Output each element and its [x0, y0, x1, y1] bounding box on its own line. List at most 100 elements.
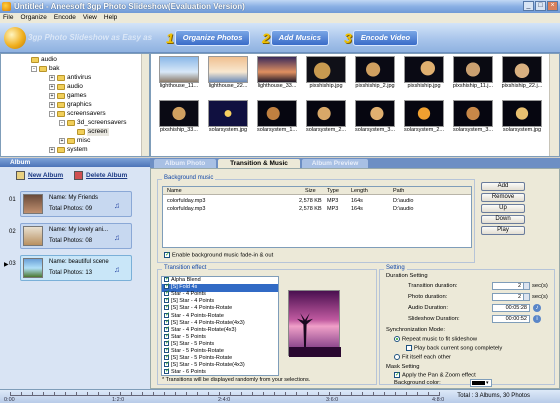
photo-thumbnail[interactable]: solarsystem_3...: [449, 100, 497, 140]
transition-item[interactable]: Star - 6 Points: [162, 368, 278, 375]
photo-thumbnail[interactable]: lighthouse_22...: [204, 56, 252, 96]
step-add-musics[interactable]: 2 Add Musics: [262, 28, 329, 48]
bg-color-picker[interactable]: ▾: [470, 379, 492, 387]
photo-thumbnail[interactable]: pixshiship.jpg: [400, 56, 448, 96]
repeat-music-radio[interactable]: [394, 336, 400, 342]
column-path[interactable]: Path: [393, 187, 404, 195]
step-encode-video[interactable]: 3 Encode Video: [344, 28, 419, 48]
expand-icon[interactable]: +: [49, 75, 55, 81]
expand-icon[interactable]: +: [49, 93, 55, 99]
music-list[interactable]: Name Size Type Length Path colorfulday.m…: [162, 186, 472, 248]
menu-encode[interactable]: Encode: [54, 13, 76, 23]
thumbnail-scrollbar[interactable]: [549, 54, 559, 156]
column-name[interactable]: Name: [167, 187, 182, 195]
close-button[interactable]: ×: [547, 1, 558, 11]
tab-album-photo[interactable]: Album Photo: [154, 159, 216, 168]
transition-duration-spinner[interactable]: 2: [492, 282, 530, 290]
photo-thumbnail[interactable]: lighthouse_33...: [253, 56, 301, 96]
move-down-button[interactable]: Down: [481, 215, 525, 224]
tree-scrollbar[interactable]: [141, 54, 149, 156]
play-complete-option[interactable]: Play back current song completely: [406, 345, 502, 352]
menu-help[interactable]: Help: [104, 13, 117, 23]
transition-checkbox[interactable]: [164, 326, 170, 333]
fade-checkbox[interactable]: [164, 251, 170, 258]
photo-thumbnail[interactable]: solarsystem.jpg: [498, 100, 546, 140]
transition-checkbox[interactable]: [164, 333, 170, 340]
fit-each-other-radio[interactable]: [394, 354, 400, 360]
tree-node[interactable]: + system: [49, 146, 88, 154]
photo-thumbnail[interactable]: solarsystem_2...: [400, 100, 448, 140]
photo-thumbnail[interactable]: solarsystem.jpg: [204, 100, 252, 140]
transition-checkbox[interactable]: [164, 283, 170, 291]
minimize-button[interactable]: _: [523, 1, 534, 11]
tree-node[interactable]: - screensavers: [49, 110, 106, 118]
fit-each-other-option[interactable]: Fit itself each other: [394, 354, 451, 361]
tab-transition-music[interactable]: Transition & Music: [218, 159, 300, 168]
transition-checkbox[interactable]: [164, 304, 170, 312]
photo-duration-spinner[interactable]: 2: [492, 293, 530, 301]
tab-album-preview[interactable]: Album Preview: [302, 159, 368, 168]
column-type[interactable]: Type: [327, 187, 339, 195]
photo-thumbnail[interactable]: solarsystem_3...: [351, 100, 399, 140]
repeat-music-option[interactable]: Repeat music to fit slideshow: [394, 336, 477, 343]
folder-tree[interactable]: audio - bak + antivirus + audio + games + gra…: [0, 53, 150, 157]
tree-node[interactable]: - bak: [31, 65, 59, 73]
transition-checkbox[interactable]: [164, 290, 170, 298]
transition-checkbox[interactable]: [164, 319, 170, 326]
tree-node[interactable]: + misc: [59, 137, 90, 145]
collapse-icon[interactable]: -: [59, 120, 65, 126]
play-music-button[interactable]: Play: [481, 226, 525, 235]
delete-album-button[interactable]: Delete Album: [74, 171, 127, 180]
add-music-button[interactable]: Add: [481, 182, 525, 191]
album-item[interactable]: Name: My lovely ani... Total Photos: 08 …: [20, 223, 132, 249]
music-row[interactable]: colorfulday.mp3 2,578 KB MP3 164s D:\aud…: [163, 197, 471, 205]
spinner-arrows-icon[interactable]: [523, 283, 529, 289]
menu-file[interactable]: File: [3, 13, 13, 23]
tree-node[interactable]: + games: [49, 92, 87, 100]
column-length[interactable]: Length: [351, 187, 368, 195]
music-row[interactable]: colorfulday.mp3 2,578 KB MP3 164s D:\aud…: [163, 205, 471, 213]
tree-node[interactable]: audio: [31, 56, 57, 64]
photo-thumbnail[interactable]: pixshiship.jpg: [302, 56, 350, 96]
transition-checkbox[interactable]: [164, 312, 170, 319]
photo-thumbnail[interactable]: pixshiship_2.jpg: [351, 56, 399, 96]
expand-icon[interactable]: +: [59, 138, 65, 144]
transition-checkbox[interactable]: [164, 368, 170, 375]
tree-node[interactable]: + antivirus: [49, 74, 91, 82]
collapse-icon[interactable]: -: [49, 111, 55, 117]
fit-audio-icon[interactable]: ♪: [533, 304, 541, 312]
expand-icon[interactable]: +: [49, 102, 55, 108]
photo-thumbnail-grid[interactable]: lighthouse_11... lighthouse_22... lighthou…: [150, 53, 560, 157]
transition-checkbox[interactable]: [164, 277, 170, 284]
menu-organize[interactable]: Organize: [20, 13, 46, 23]
maximize-button[interactable]: □: [535, 1, 546, 11]
new-album-button[interactable]: New Album: [16, 171, 63, 180]
expand-icon[interactable]: +: [49, 84, 55, 90]
collapse-icon[interactable]: -: [31, 66, 37, 72]
photo-thumbnail[interactable]: pixshiship_22.j...: [498, 56, 546, 96]
transition-checkbox[interactable]: [164, 361, 170, 369]
photo-thumbnail[interactable]: pixshiship_11.j...: [449, 56, 497, 96]
transition-list[interactable]: Alpha Blend[S] Fold 4sStar - 4 Points[S]…: [161, 276, 279, 376]
photo-thumbnail[interactable]: pixshiship_33...: [155, 100, 203, 140]
menu-view[interactable]: View: [83, 13, 97, 23]
tree-node[interactable]: + graphics: [49, 101, 92, 109]
timeline-bar[interactable]: 0:00 1:2:0 2:4:0 3:6:0 4:8:0 Total : 3 A…: [0, 389, 560, 403]
transition-checkbox[interactable]: [164, 347, 170, 355]
remove-music-button[interactable]: Remove: [481, 193, 525, 202]
play-complete-checkbox[interactable]: [406, 345, 412, 351]
transition-checkbox[interactable]: [164, 340, 170, 348]
photo-thumbnail[interactable]: solarsystem_2...: [302, 100, 350, 140]
fade-checkbox-row[interactable]: Enable background music fade-in & out: [164, 251, 273, 259]
tree-node-selected[interactable]: screen: [77, 128, 109, 136]
move-up-button[interactable]: Up: [481, 204, 525, 213]
transition-checkbox[interactable]: [164, 297, 170, 305]
photo-thumbnail[interactable]: solarsystem_1...: [253, 100, 301, 140]
album-item-selected[interactable]: Name: beautiful scene Total Photos: 13 ♫: [20, 255, 132, 281]
spinner-arrows-icon[interactable]: [523, 294, 529, 300]
info-icon[interactable]: i: [533, 315, 541, 323]
step-organize-photos[interactable]: 1 Organize Photos: [166, 28, 251, 48]
photo-thumbnail[interactable]: lighthouse_11...: [155, 56, 203, 96]
pan-zoom-checkbox[interactable]: [394, 371, 400, 378]
tree-node[interactable]: + audio: [49, 83, 83, 91]
